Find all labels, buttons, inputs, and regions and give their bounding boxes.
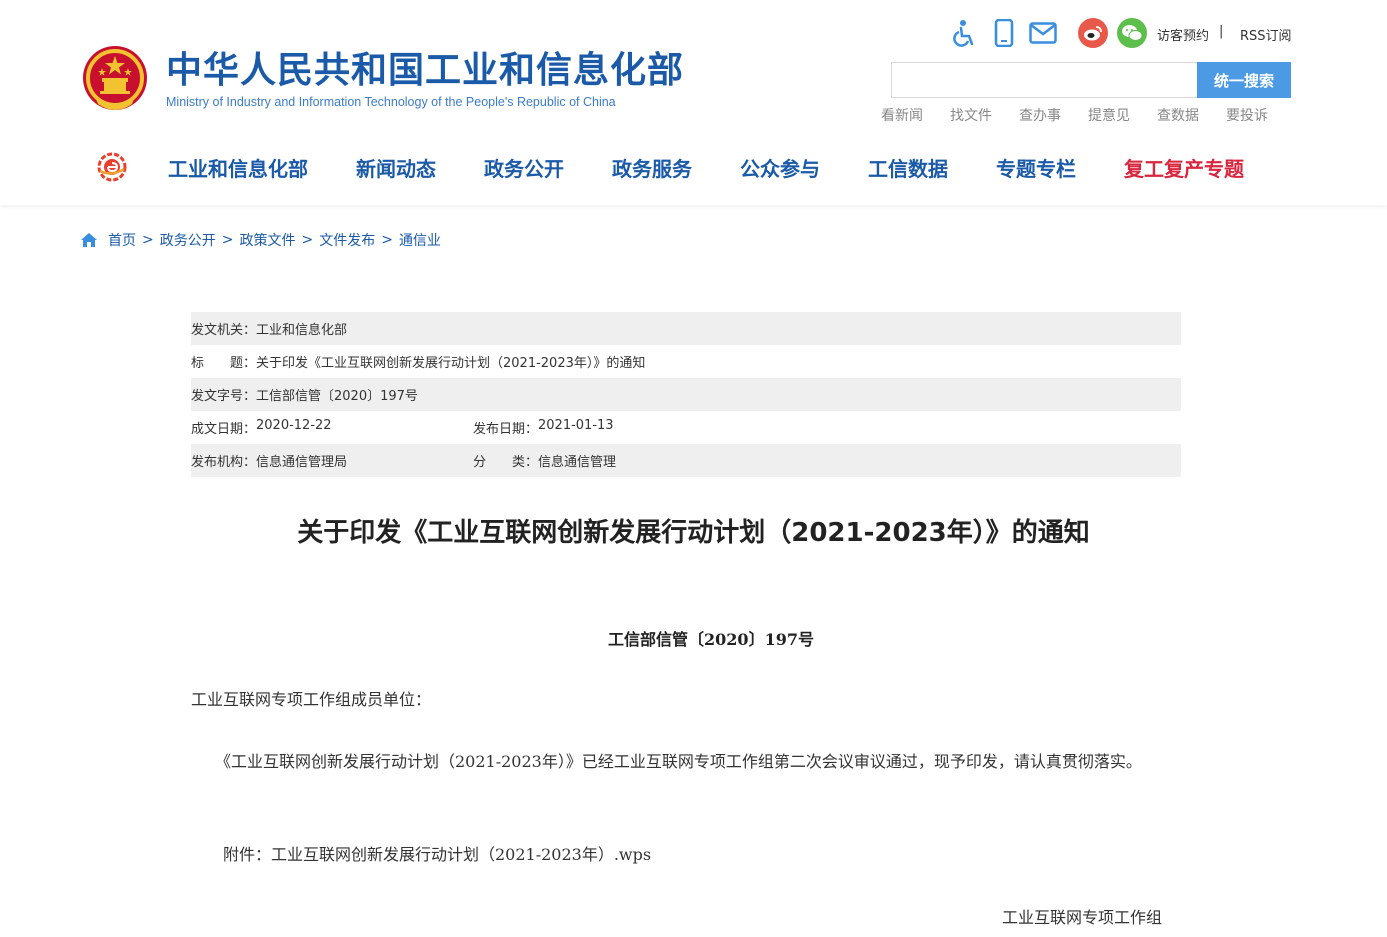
nav-item-gov-services[interactable]: 政务服务 (612, 153, 692, 182)
quick-link-news[interactable]: 看新闻 (881, 105, 923, 125)
nav-item-public[interactable]: 公众参与 (740, 153, 820, 182)
info-label: 发布日期： (473, 422, 539, 437)
site-title[interactable]: 中华人民共和国工业和信息化部 (166, 50, 684, 92)
breadcrumb-file-release[interactable]: 文件发布 (319, 230, 375, 250)
breadcrumb-telecom[interactable]: 通信业 (399, 230, 441, 250)
info-row-issuer: 发文机关： 工业和信息化部 (191, 312, 1181, 345)
info-value: 2021-01-13 (538, 418, 614, 433)
info-value: 2020-12-22 (256, 418, 332, 433)
document-info-table: 发文机关： 工业和信息化部 标 题： 关于印发《工业互联网创新发展行动计划（20… (191, 312, 1181, 477)
body-paragraph: 《工业互联网创新发展行动计划（2021-2023年）》已经工业互联网专项工作组第… (191, 752, 1142, 771)
info-row-org: 发布机构： 信息通信管理局 分 类： 信息通信管理 (191, 444, 1181, 477)
national-emblem-icon (83, 46, 147, 110)
home-icon[interactable] (80, 232, 98, 248)
breadcrumb-separator: > (301, 232, 314, 248)
mobile-icon[interactable] (989, 18, 1019, 48)
signature: 工业互联网专项工作组 (1002, 908, 1163, 927)
breadcrumb-separator: > (381, 232, 393, 248)
visitor-booking-link[interactable]: 访客预约 (1157, 25, 1209, 44)
rss-link[interactable]: RSS订阅 (1240, 25, 1292, 44)
weibo-icon[interactable] (1078, 18, 1108, 48)
breadcrumb-home[interactable]: 首页 (108, 230, 136, 250)
info-value: 信息通信管理 (538, 455, 617, 470)
mail-icon[interactable] (1028, 18, 1058, 48)
tool-icons (950, 18, 1156, 48)
top-separator: | (1219, 24, 1224, 39)
quick-link-data[interactable]: 查数据 (1157, 105, 1199, 125)
breadcrumb-gov-affairs[interactable]: 政务公开 (160, 230, 216, 250)
breadcrumb-policy-files[interactable]: 政策文件 (239, 230, 295, 250)
wechat-icon[interactable] (1117, 18, 1147, 48)
nav-item-gov-affairs[interactable]: 政务公开 (484, 153, 564, 182)
info-value: 关于印发《工业互联网创新发展行动计划（2021-2023年）》的通知 (256, 356, 646, 371)
document-title: 关于印发《工业互联网创新发展行动计划（2021-2023年）》的通知 (297, 518, 1090, 548)
info-value: 工信部信管〔2020〕197号 (256, 389, 418, 404)
document-number: 工信部信管〔2020〕197号 (608, 630, 814, 649)
search-input[interactable] (892, 63, 1197, 97)
ministry-logo-icon[interactable] (96, 151, 128, 183)
search-button[interactable]: 统一搜索 (1197, 62, 1291, 98)
breadcrumb-separator: > (221, 232, 234, 248)
info-row-dates: 成文日期： 2020-12-22 发布日期： 2021-01-13 (191, 411, 1181, 444)
site-subtitle: Ministry of Industry and Information Tec… (166, 95, 616, 109)
quick-link-services[interactable]: 查办事 (1019, 105, 1061, 125)
info-label: 分 类： (473, 455, 539, 470)
info-label: 发布机构： (191, 455, 257, 470)
nav-item-ministry[interactable]: 工业和信息化部 (168, 153, 308, 182)
info-value: 工业和信息化部 (256, 323, 348, 338)
info-label: 成文日期： (191, 422, 257, 437)
attachment-link[interactable]: 附件：工业互联网创新发展行动计划（2021-2023年）.wps (191, 839, 1181, 870)
info-row-title: 标 题： 关于印发《工业互联网创新发展行动计划（2021-2023年）》的通知 (191, 345, 1181, 378)
info-label: 发文字号： (191, 389, 257, 404)
main-nav: 工业和信息化部 新闻动态 政务公开 政务服务 公众参与 工信数据 专题专栏 复工… (96, 145, 1292, 189)
search-box: 统一搜索 (891, 62, 1291, 98)
breadcrumb: 首页 > 政务公开 > 政策文件 > 文件发布 > 通信业 (80, 230, 441, 250)
info-value: 信息通信管理局 (256, 455, 348, 470)
site-header: 中华人民共和国工业和信息化部 Ministry of Industry and … (0, 0, 1387, 205)
info-label: 发文机关： (191, 323, 257, 338)
nav-item-data[interactable]: 工信数据 (868, 153, 948, 182)
quick-link-complaint[interactable]: 要投诉 (1226, 105, 1268, 125)
quick-links: 看新闻 找文件 查办事 提意见 查数据 要投诉 (881, 105, 1295, 125)
breadcrumb-separator: > (142, 232, 154, 248)
quick-link-feedback[interactable]: 提意见 (1088, 105, 1130, 125)
nav-item-topics[interactable]: 专题专栏 (996, 153, 1076, 182)
nav-item-resumption[interactable]: 复工复产专题 (1124, 153, 1244, 182)
info-row-doc-no: 发文字号： 工信部信管〔2020〕197号 (191, 378, 1181, 411)
accessibility-icon[interactable] (950, 18, 980, 48)
nav-item-news[interactable]: 新闻动态 (356, 153, 436, 182)
recipient-line: 工业互联网专项工作组成员单位： (191, 690, 432, 709)
quick-link-files[interactable]: 找文件 (950, 105, 992, 125)
info-label: 标 题： (191, 356, 257, 371)
